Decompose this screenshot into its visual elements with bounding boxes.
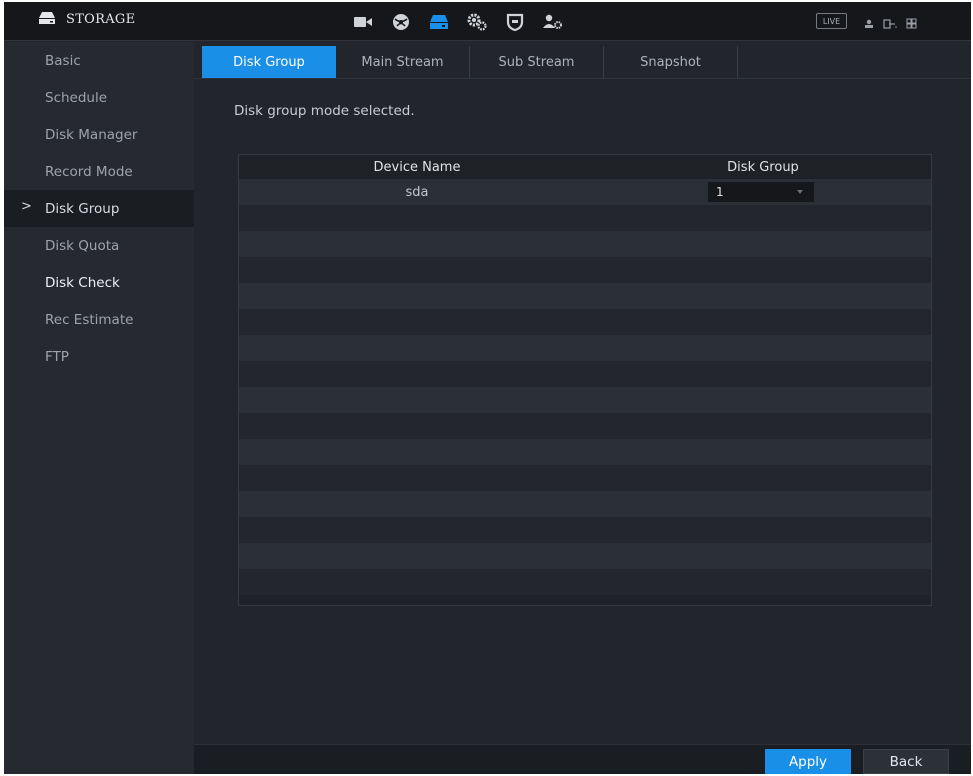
sidebar-item-record-mode[interactable]: Record Mode <box>4 153 194 190</box>
tab-snapshot[interactable]: Snapshot <box>604 46 738 78</box>
sidebar-item-schedule[interactable]: Schedule <box>4 79 194 116</box>
tab-sub-stream[interactable]: Sub Stream <box>470 46 604 78</box>
disk-group-select[interactable]: 1 <box>708 182 814 202</box>
sidebar-item-label: Rec Estimate <box>45 311 134 328</box>
security-shield-icon[interactable] <box>501 8 528 35</box>
table-row-empty <box>239 387 931 413</box>
footer-bar: Apply Back <box>194 744 971 774</box>
table-row-empty <box>239 283 931 309</box>
sidebar-item-rec-estimate[interactable]: Rec Estimate <box>4 301 194 338</box>
sidebar-item-label: Disk Manager <box>45 126 138 143</box>
table-row[interactable]: sda 1 <box>239 179 931 205</box>
sidebar-item-label: Disk Group <box>45 200 120 217</box>
sidebar-item-basic[interactable]: Basic <box>4 42 194 79</box>
sidebar-item-label: FTP <box>45 348 69 365</box>
app-window: STORAGE LIVE Basic Schedule Disk Manager… <box>4 2 971 774</box>
page-title: STORAGE <box>66 12 136 27</box>
table-row-empty <box>239 491 931 517</box>
table-row-empty <box>239 361 931 387</box>
back-button[interactable]: Back <box>863 749 949 774</box>
user-icon[interactable] <box>864 14 874 33</box>
sidebar-item-disk-manager[interactable]: Disk Manager <box>4 116 194 153</box>
table-row-empty <box>239 543 931 569</box>
table-row-empty <box>239 465 931 491</box>
live-button[interactable]: LIVE <box>816 13 847 29</box>
camera-icon[interactable] <box>349 8 376 35</box>
status-message: Disk group mode selected. <box>234 103 415 119</box>
header-actions <box>864 14 917 33</box>
sidebar: Basic Schedule Disk Manager Record Mode … <box>4 42 194 774</box>
table-row-empty <box>239 257 931 283</box>
table-row-empty <box>239 231 931 257</box>
sidebar-item-ftp[interactable]: FTP <box>4 338 194 375</box>
sidebar-item-label: Schedule <box>45 89 108 106</box>
table-row-empty <box>239 517 931 543</box>
table-row-empty <box>239 439 931 465</box>
sidebar-item-label: Disk Check <box>45 274 120 291</box>
sidebar-item-label: Basic <box>45 52 81 69</box>
main-content: Disk Group Main Stream Sub Stream Snapsh… <box>194 42 971 774</box>
chevron-right-icon: > <box>21 199 32 214</box>
table-body: sda 1 <box>239 179 931 595</box>
tab-disk-group[interactable]: Disk Group <box>202 46 336 78</box>
table-row-empty <box>239 569 931 595</box>
storage-icon[interactable] <box>425 8 452 35</box>
column-header-device-name: Device Name <box>373 159 461 175</box>
tab-bar: Disk Group Main Stream Sub Stream Snapsh… <box>194 42 971 79</box>
disk-group-select-value: 1 <box>716 185 724 199</box>
sidebar-item-disk-check[interactable]: Disk Check <box>4 264 194 301</box>
page-header: STORAGE <box>38 10 135 29</box>
settings-grid-icon[interactable] <box>906 14 917 33</box>
table-row-empty <box>239 309 931 335</box>
sidebar-item-label: Disk Quota <box>45 237 120 254</box>
system-gears-icon[interactable] <box>463 8 490 35</box>
table-header: Device Name Disk Group <box>239 155 931 179</box>
sidebar-item-label: Record Mode <box>45 163 133 180</box>
network-icon[interactable] <box>387 8 414 35</box>
table-row-empty <box>239 413 931 439</box>
device-name-cell: sda <box>405 184 429 200</box>
table-row-empty <box>239 335 931 361</box>
sidebar-item-disk-quota[interactable]: Disk Quota <box>4 227 194 264</box>
tab-main-stream[interactable]: Main Stream <box>336 46 470 78</box>
disk-group-table: Device Name Disk Group sda 1 <box>238 154 932 606</box>
apply-button[interactable]: Apply <box>765 749 851 774</box>
logout-icon[interactable] <box>883 14 897 33</box>
sidebar-item-disk-group[interactable]: > Disk Group <box>4 190 194 227</box>
top-bar: STORAGE LIVE <box>4 2 971 41</box>
table-row-empty <box>239 205 931 231</box>
storage-icon <box>38 10 56 29</box>
account-icon[interactable] <box>539 8 566 35</box>
column-header-disk-group: Disk Group <box>727 159 799 175</box>
main-nav <box>349 8 566 35</box>
chevron-down-icon <box>797 190 803 194</box>
